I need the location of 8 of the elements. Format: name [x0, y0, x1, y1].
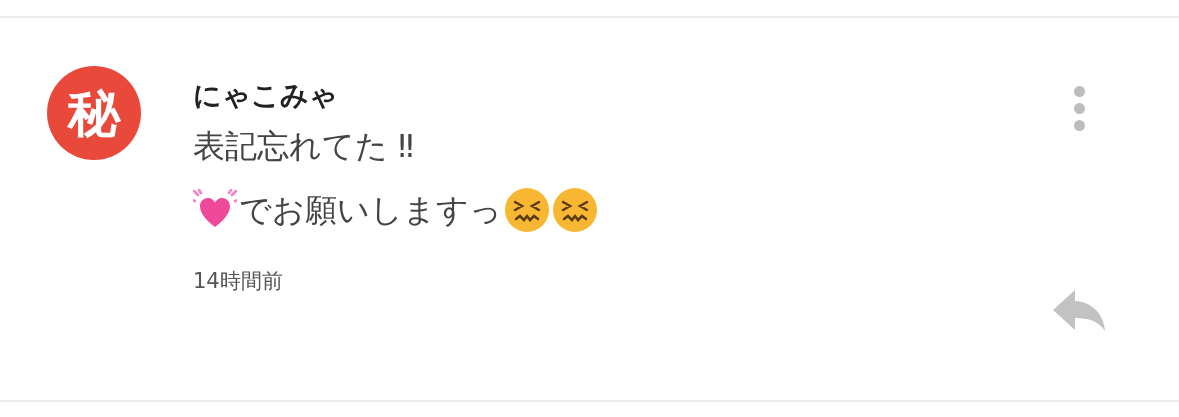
- confounded-face-icon: [552, 187, 598, 233]
- confounded-face-icon: [504, 187, 550, 233]
- reply-icon[interactable]: [1051, 288, 1107, 332]
- timestamp: 14時間前: [193, 268, 284, 295]
- avatar: 秘: [47, 66, 141, 160]
- comment-text: でお願いしますっ: [239, 190, 502, 231]
- comment-text: 表記忘れてた ‼: [193, 126, 414, 167]
- author-name: にゃこみゃ: [193, 78, 339, 114]
